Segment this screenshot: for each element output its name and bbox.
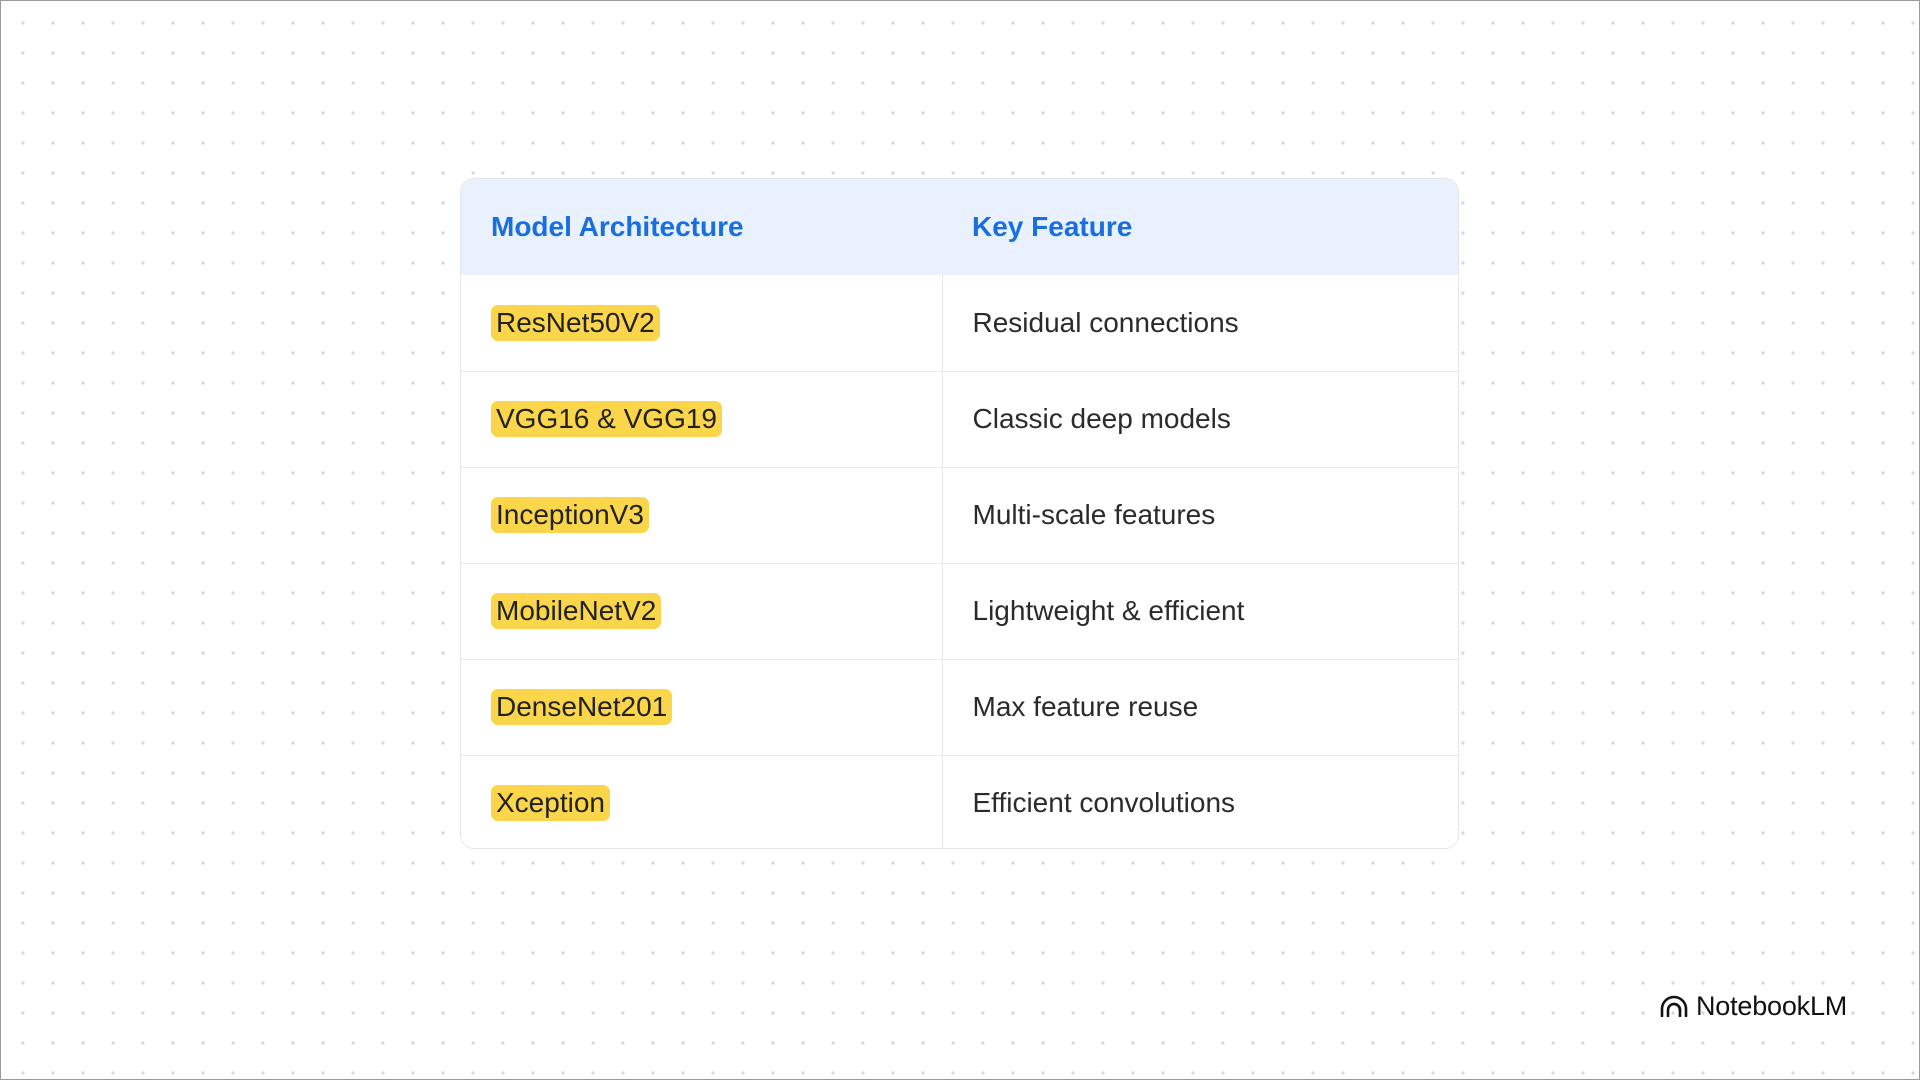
table-row: Xception Efficient convolutions: [461, 754, 1458, 848]
model-cell: Xception: [461, 754, 943, 848]
model-name-highlight: VGG16 & VGG19: [491, 401, 722, 437]
table-row: ResNet50V2 Residual connections: [461, 275, 1458, 371]
model-name-highlight: MobileNetV2: [491, 593, 662, 629]
model-cell: VGG16 & VGG19: [461, 370, 943, 467]
model-feature-table: Model Architecture Key Feature ResNet50V…: [460, 178, 1459, 849]
model-cell: InceptionV3: [461, 466, 943, 563]
feature-cell: Multi-scale features: [942, 466, 1458, 563]
table-row: MobileNetV2 Lightweight & efficient: [461, 562, 1458, 659]
header-key-feature: Key Feature: [972, 211, 1133, 242]
model-cell: MobileNetV2: [461, 562, 943, 659]
feature-cell: Lightweight & efficient: [942, 562, 1458, 659]
table-row: InceptionV3 Multi-scale features: [461, 466, 1458, 563]
model-name-highlight: DenseNet201: [491, 689, 673, 725]
model-name-highlight: ResNet50V2: [491, 304, 660, 341]
model-name-highlight: Xception: [491, 785, 610, 822]
model-cell: DenseNet201: [461, 658, 943, 755]
feature-cell: Residual connections: [972, 306, 1239, 338]
notebooklm-brand: NotebookLM: [1660, 988, 1847, 1024]
model-cell: ResNet50V2: [461, 275, 943, 371]
table-row: DenseNet201 Max feature reuse: [461, 658, 1458, 755]
notebooklm-logo-icon: [1660, 994, 1688, 1018]
table-header-row: Model Architecture Key Feature: [461, 179, 1458, 275]
feature-cell: Max feature reuse: [942, 658, 1458, 755]
brand-name: NotebookLM: [1696, 990, 1848, 1021]
feature-cell: Efficient convolutions: [942, 754, 1458, 848]
header-model-architecture: Model Architecture: [491, 211, 744, 242]
feature-cell: Classic deep models: [942, 370, 1458, 467]
model-name-highlight: InceptionV3: [491, 497, 649, 533]
table-row: VGG16 & VGG19 Classic deep models: [461, 370, 1458, 467]
